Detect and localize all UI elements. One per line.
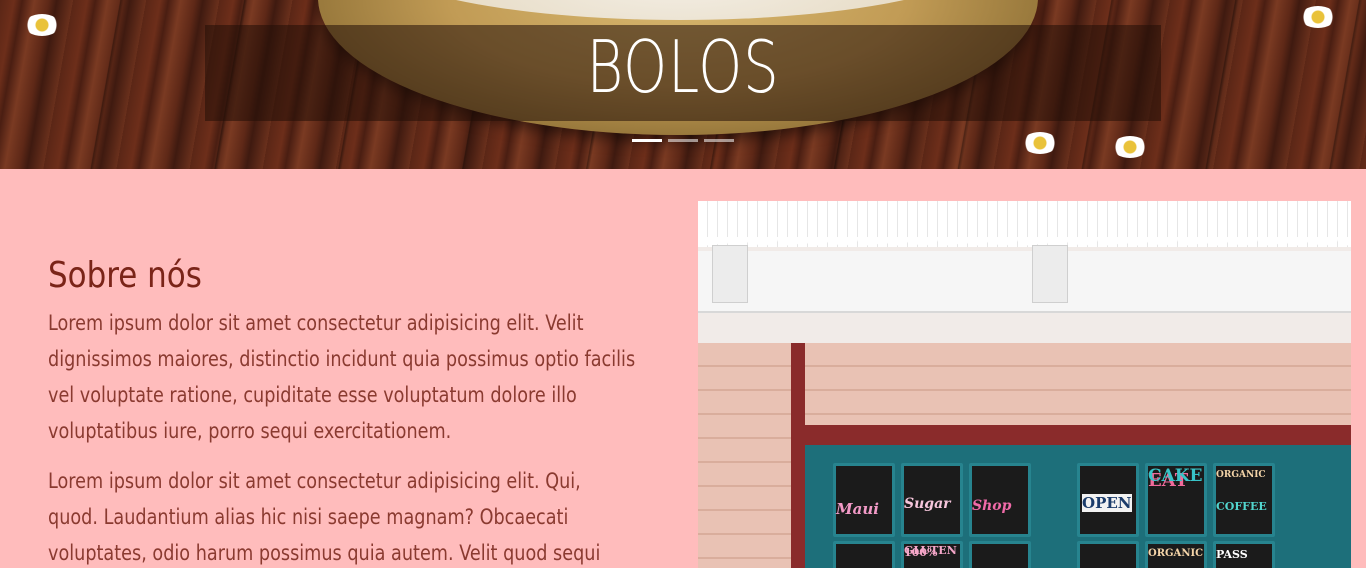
sign-open: OPEN xyxy=(1082,494,1132,512)
roof-bracket xyxy=(712,245,748,303)
carousel-dot-3[interactable] xyxy=(704,139,734,142)
roof-scallop-trim xyxy=(698,237,1351,251)
window-pane: Maui xyxy=(833,463,895,537)
about-paragraph-2: Lorem ipsum dolor sit amet consectetur a… xyxy=(48,469,601,565)
window-frame-top xyxy=(791,425,1351,445)
about-section: Sobre nós Lorem ipsum dolor sit amet con… xyxy=(0,169,1366,568)
carousel-dot-2[interactable] xyxy=(668,139,698,142)
daisy-flower-icon xyxy=(1018,128,1062,158)
sign-organic: ORGANIC xyxy=(1216,470,1266,480)
carousel-dot-1[interactable] xyxy=(632,139,662,142)
sign-organic-2: ORGANIC xyxy=(1148,548,1204,559)
about-text-column: Sobre nós Lorem ipsum dolor sit amet con… xyxy=(48,255,648,568)
bakery-storefront-image: Maui Sugar Shop OPEN EAT CAKE ORGANIC CO… xyxy=(698,201,1351,568)
window-pane xyxy=(969,541,1031,568)
daisy-flower-icon xyxy=(20,10,64,40)
shop-windows: Maui Sugar Shop OPEN EAT CAKE ORGANIC CO… xyxy=(805,445,1351,568)
roof-bracket xyxy=(1032,245,1068,303)
door-frame-post xyxy=(791,343,805,568)
sign-shop: Shop xyxy=(972,498,1012,514)
window-pane: Sugar xyxy=(901,463,963,537)
roof-fascia xyxy=(698,251,1351,313)
hero-title: BOLOS xyxy=(586,25,780,109)
about-heading: Sobre nós xyxy=(48,255,202,296)
window-pane: EAT CAKE xyxy=(1145,463,1207,537)
sign-sugar: Sugar xyxy=(904,496,951,512)
hero-title-band: BOLOS xyxy=(205,25,1161,121)
sign-coffee: COFFEE xyxy=(1216,500,1267,513)
window-pane: Shop xyxy=(969,463,1031,537)
window-pane xyxy=(1077,541,1139,568)
window-pane xyxy=(833,541,895,568)
window-pane: OPEN xyxy=(1077,463,1139,537)
sign-cake: CAKE xyxy=(1148,466,1203,486)
carousel-indicators xyxy=(632,139,734,142)
window-pane: PASS xyxy=(1213,541,1275,568)
daisy-flower-icon xyxy=(1108,132,1152,162)
hero-banner: BOLOS xyxy=(0,0,1366,169)
sign-maui: Maui xyxy=(836,500,879,518)
about-paragraph-1: Lorem ipsum dolor sit amet consectetur a… xyxy=(48,311,636,443)
window-pane: ORGANIC xyxy=(1145,541,1207,568)
window-pane: ORGANIC COFFEE xyxy=(1213,463,1275,537)
daisy-flower-icon xyxy=(1296,2,1340,32)
sign-pass: PASS xyxy=(1216,548,1248,561)
window-pane: 100% GLUTEN xyxy=(901,541,963,568)
sign-gluten: GLUTEN xyxy=(904,544,957,557)
